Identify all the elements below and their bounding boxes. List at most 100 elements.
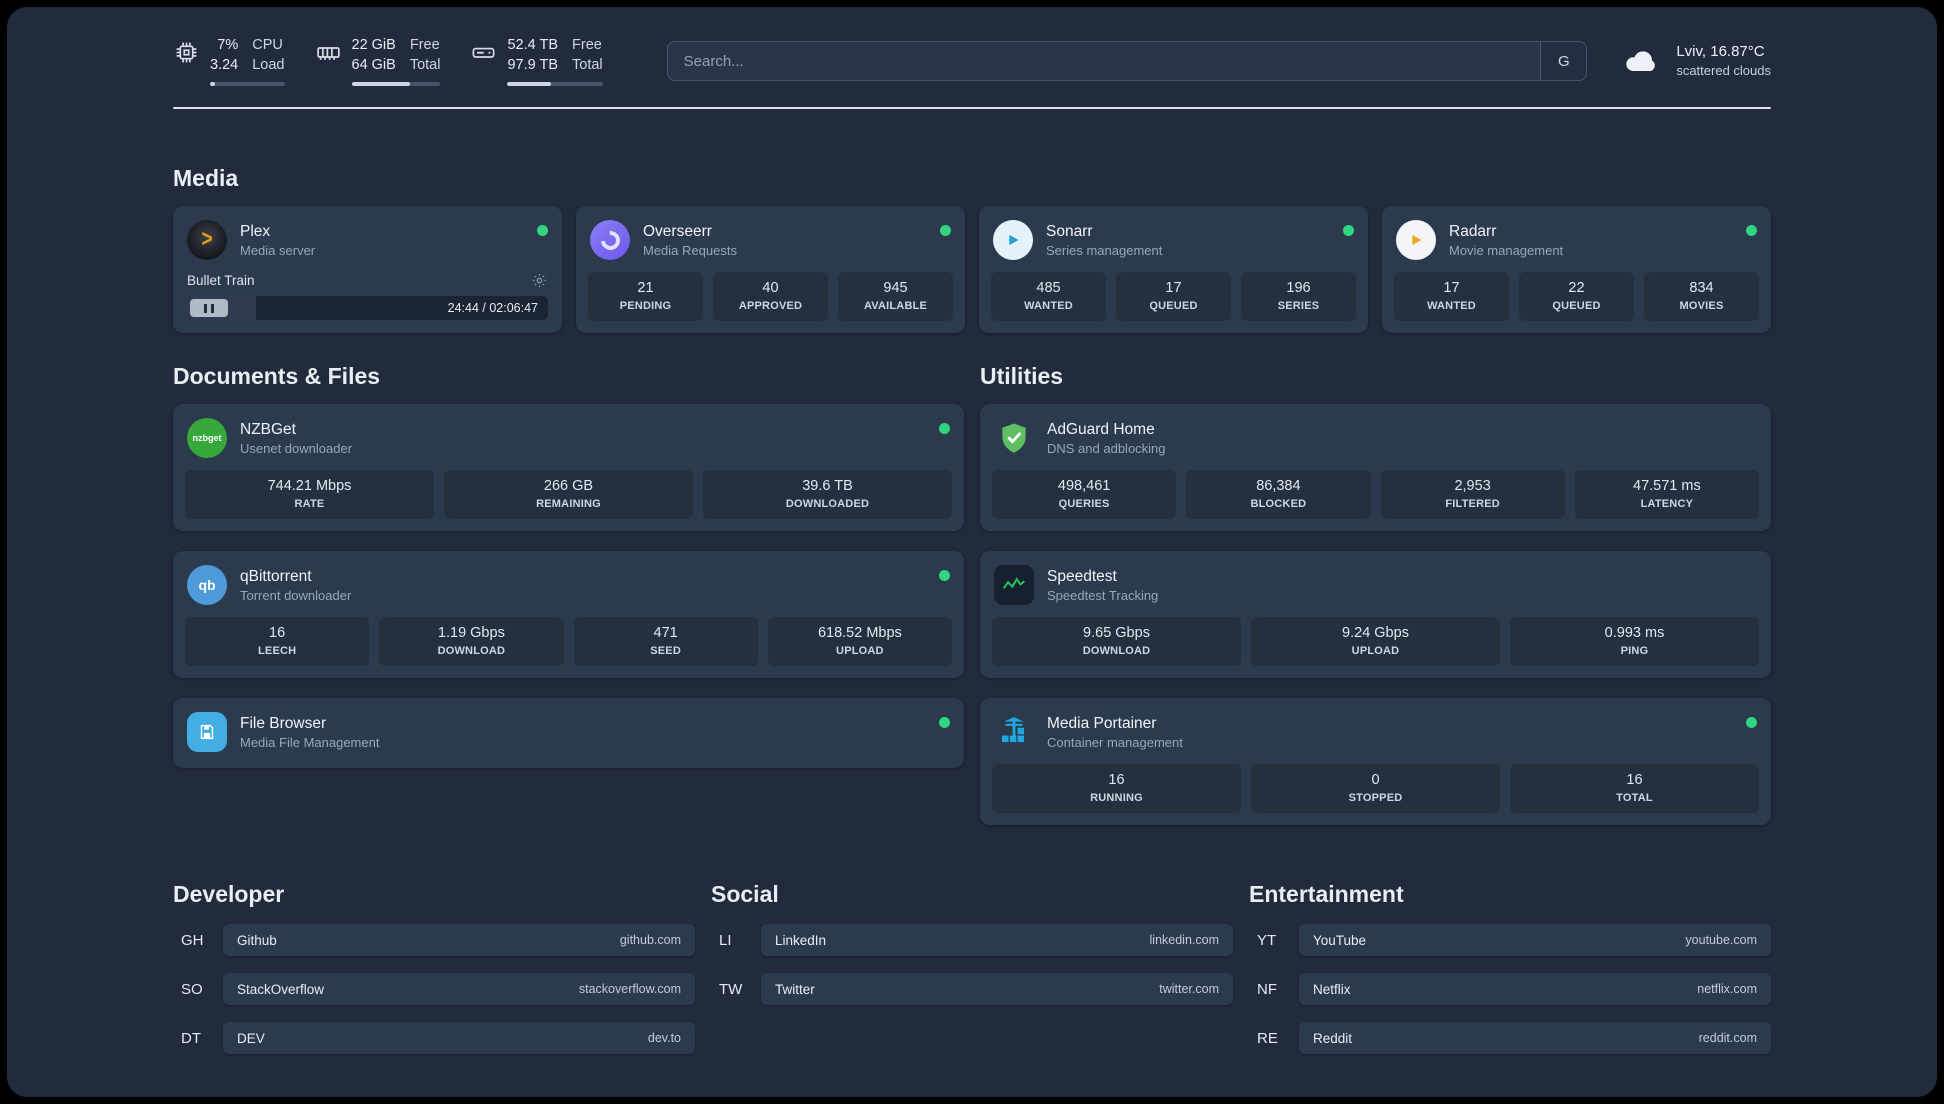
bookmark-domain: dev.to — [647, 1031, 681, 1045]
stat-label: QUEUED — [1149, 300, 1198, 312]
bookmark-abbr: GH — [181, 931, 204, 949]
service-card-portainer[interactable]: Media Portainer Container management 16 … — [980, 698, 1771, 825]
status-dot — [1746, 225, 1757, 236]
service-name: File Browser — [240, 714, 327, 732]
stat-label: TOTAL — [1616, 792, 1653, 804]
cpu-icon — [173, 39, 200, 66]
status-dot — [939, 570, 950, 581]
stats-row: 17 WANTED 22 QUEUED 834 MOVIES — [1394, 272, 1759, 321]
stat-label: WANTED — [1024, 300, 1073, 312]
stat-tile: 471 SEED — [573, 617, 758, 666]
playback-progress-bar[interactable]: 24:44 / 02:06:47 — [187, 296, 548, 320]
bookmark-link[interactable]: RE Reddit reddit.com — [1249, 1022, 1771, 1054]
service-subtitle: Series management — [1046, 243, 1163, 259]
bookmark-link[interactable]: SO StackOverflow stackoverflow.com — [173, 973, 695, 1005]
bookmark-group-developer: Developer GH Github github.com SO StackO… — [173, 881, 695, 1071]
status-dot — [939, 423, 950, 434]
stat-tile: 16 RUNNING — [992, 764, 1241, 813]
memory-icon — [315, 39, 342, 66]
service-subtitle: Movie management — [1449, 243, 1564, 259]
service-subtitle: Speedtest Tracking — [1047, 588, 1159, 604]
stat-label: RUNNING — [1090, 792, 1143, 804]
stat-label: APPROVED — [738, 300, 803, 312]
bookmark-domain: stackoverflow.com — [578, 982, 681, 996]
bookmark-abbr: DT — [181, 1029, 201, 1047]
cpu-label: CPU — [252, 37, 283, 54]
bookmark-abbr: LI — [719, 931, 732, 949]
bookmark-group-social: Social LI LinkedIn linkedin.com TW Twitt… — [711, 881, 1233, 1071]
pause-button[interactable] — [190, 299, 228, 317]
utilities-section-title: Utilities — [980, 363, 1064, 389]
stat-label: AVAILABLE — [863, 300, 928, 312]
stat-label: FILTERED — [1445, 498, 1500, 510]
bookmark-link[interactable]: NF Netflix netflix.com — [1249, 973, 1771, 1005]
search-provider-button[interactable]: G — [1540, 42, 1587, 80]
service-card-plex[interactable]: Plex Media server Bullet Train — [173, 206, 562, 333]
stats-row: 9.65 Gbps DOWNLOAD 9.24 Gbps UPLOAD 0.99… — [992, 617, 1759, 666]
speedtest-icon — [994, 565, 1034, 605]
bookmark-group-entertainment: Entertainment YT YouTube youtube.com NF … — [1249, 881, 1771, 1071]
stats-row: 16 RUNNING 0 STOPPED 16 TOTAL — [992, 764, 1759, 813]
disk-icon — [470, 39, 497, 66]
bookmark-link[interactable]: GH Github github.com — [173, 924, 695, 956]
plex-now-playing-widget: Bullet Train 24:44 / 02:06:47 — [185, 272, 550, 320]
stat-value: 17 — [1165, 280, 1182, 296]
memory-total-label: Total — [409, 57, 441, 73]
dashboard-screen: 7% 3.24 CPU Load 22 GiB 64 GiB Free Tota… — [7, 7, 1937, 1097]
gear-icon[interactable] — [531, 272, 548, 289]
service-name: Overseerr — [643, 222, 712, 240]
bookmark-link[interactable]: YT YouTube youtube.com — [1249, 924, 1771, 956]
stat-label: MOVIES — [1679, 300, 1724, 312]
section-utilities: Utilities AdGuard Home DNS and adblockin… — [980, 363, 1771, 825]
service-subtitle: Torrent downloader — [240, 588, 352, 604]
bookmark-domain: youtube.com — [1685, 933, 1757, 947]
bookmark-abbr: NF — [1257, 980, 1277, 998]
stat-tile: 266 GB REMAINING — [444, 470, 693, 519]
stat-label: BLOCKED — [1250, 498, 1307, 510]
service-card-adguard[interactable]: AdGuard Home DNS and adblocking 498,461 … — [980, 404, 1771, 531]
bookmark-name: Reddit — [1313, 1030, 1353, 1046]
service-subtitle: Usenet downloader — [240, 441, 353, 457]
stat-label: QUEUED — [1552, 300, 1601, 312]
disk-total-label: Total — [572, 57, 603, 73]
stat-tile: 834 MOVIES — [1644, 272, 1759, 321]
topbar-divider — [173, 107, 1771, 109]
filebrowser-icon — [187, 712, 227, 752]
stat-label: STOPPED — [1348, 792, 1403, 804]
cpu-progress-bar — [210, 81, 285, 86]
now-playing-title: Bullet Train — [187, 273, 255, 288]
search-input[interactable] — [667, 42, 1541, 80]
service-card-qbittorrent[interactable]: qb qBittorrent Torrent downloader 16 LEE… — [173, 551, 964, 678]
service-card-nzbget[interactable]: nzbget NZBGet Usenet downloader 744.21 M… — [173, 404, 964, 531]
stat-value: 618.52 Mbps — [817, 625, 902, 641]
stat-label: LEECH — [257, 645, 297, 657]
bookmark-link[interactable]: DT DEV dev.to — [173, 1022, 695, 1054]
documents-section-title: Documents & Files — [173, 363, 381, 389]
service-subtitle: Container management — [1047, 735, 1183, 751]
stat-value: 16 — [1108, 772, 1125, 788]
service-card-overseerr[interactable]: Overseerr Media Requests 21 PENDING 40 A… — [576, 206, 965, 333]
bookmark-link[interactable]: LI LinkedIn linkedin.com — [711, 924, 1233, 956]
stat-value: 485 — [1036, 280, 1061, 296]
service-card-filebrowser[interactable]: File Browser Media File Management — [173, 698, 964, 768]
status-dot — [1343, 225, 1354, 236]
bookmark-link[interactable]: TW Twitter twitter.com — [711, 973, 1233, 1005]
stat-value: 9.24 Gbps — [1342, 625, 1409, 641]
bookmark-name: Github — [237, 932, 277, 948]
memory-progress-bar — [351, 81, 441, 86]
stat-label: QUERIES — [1058, 498, 1110, 510]
stat-tile: 39.6 TB DOWNLOADED — [703, 470, 952, 519]
weather-location: Lviv, 16.87°C — [1676, 43, 1765, 61]
stat-value: 744.21 Mbps — [267, 478, 352, 494]
service-card-radarr[interactable]: Radarr Movie management 17 WANTED 22 QUE… — [1382, 206, 1771, 333]
memory-free-label: Free — [409, 37, 440, 54]
radarr-icon — [1396, 220, 1436, 260]
service-card-sonarr[interactable]: Sonarr Series management 485 WANTED 17 Q… — [979, 206, 1368, 333]
bookmark-domain: github.com — [619, 933, 681, 947]
stat-tile: 9.65 Gbps DOWNLOAD — [992, 617, 1241, 666]
cpu-usage-value: 7% — [217, 37, 239, 54]
service-card-speedtest[interactable]: Speedtest Speedtest Tracking 9.65 Gbps D… — [980, 551, 1771, 678]
bookmark-name: Netflix — [1313, 981, 1351, 997]
bookmark-name: DEV — [237, 1030, 265, 1046]
bookmarks-area: Developer GH Github github.com SO StackO… — [173, 881, 1771, 1097]
